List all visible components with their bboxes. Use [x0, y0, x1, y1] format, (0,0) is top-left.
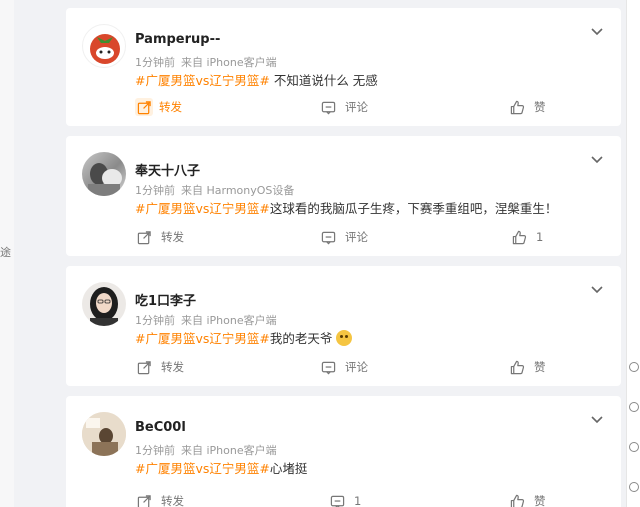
- repost-button[interactable]: 转发: [137, 228, 184, 246]
- post-text: 我的老天爷: [269, 331, 333, 346]
- chevron-down-icon[interactable]: [590, 280, 604, 294]
- favorite-icon[interactable]: [629, 402, 639, 412]
- post-content: #广厦男篮vs辽宁男篮#我的老天爷: [135, 328, 353, 347]
- action-bar: 转发 评论 赞: [66, 348, 621, 386]
- avatar[interactable]: [82, 152, 126, 196]
- post-meta: 1分钟前 来自 iPhone客户端: [135, 442, 277, 458]
- chevron-down-icon[interactable]: [590, 150, 604, 164]
- profile-icon[interactable]: [629, 482, 639, 492]
- comment-icon: [321, 101, 336, 114]
- author-name[interactable]: BeC00l: [135, 420, 186, 435]
- comment-count: 1: [354, 494, 362, 507]
- post-source: 来自 iPhone客户端: [181, 314, 277, 327]
- action-bar: 转发 评论 1: [66, 218, 621, 256]
- author-name[interactable]: 奉天十八子: [135, 160, 200, 179]
- repost-button[interactable]: 转发: [135, 98, 182, 116]
- shocked-emoji-icon: [336, 330, 353, 346]
- like-button[interactable]: 1: [512, 228, 543, 246]
- like-button[interactable]: 赞: [510, 492, 546, 507]
- like-label: 赞: [534, 100, 546, 114]
- like-button[interactable]: 赞: [510, 98, 546, 116]
- repost-label: 转发: [161, 494, 184, 507]
- post-time[interactable]: 1分钟前: [135, 314, 175, 327]
- action-bar: 转发 1 赞: [66, 482, 621, 507]
- like-label: 赞: [534, 494, 546, 507]
- post-time[interactable]: 1分钟前: [135, 184, 175, 197]
- topic-tag[interactable]: #广厦男篮vs辽宁男篮#: [135, 73, 270, 88]
- like-count: 1: [536, 230, 544, 244]
- left-sidebar-edge: 途: [0, 0, 14, 507]
- topic-tag[interactable]: #广厦男篮vs辽宁男篮#: [135, 461, 270, 476]
- action-bar: 转发 评论 赞: [66, 88, 621, 126]
- post-text: 不知道说什么 无感: [269, 73, 378, 88]
- thumbs-up-icon: [510, 100, 525, 114]
- repost-label: 转发: [161, 360, 184, 374]
- post-meta: 1分钟前 来自 HarmonyOS设备: [135, 182, 294, 198]
- author-name[interactable]: 吃1口李子: [135, 290, 196, 309]
- comment-icon: [321, 361, 336, 374]
- post-source: 来自 HarmonyOS设备: [181, 184, 295, 197]
- thumbs-up-icon: [510, 360, 525, 374]
- feed-card: BeC00l 1分钟前 来自 iPhone客户端 #广厦男篮vs辽宁男篮#心堵挺 …: [66, 396, 621, 507]
- post-time[interactable]: 1分钟前: [135, 56, 175, 69]
- thumbs-up-icon: [512, 230, 527, 244]
- topic-tag[interactable]: #广厦男篮vs辽宁男篮#: [135, 331, 270, 346]
- comment-icon: [321, 231, 336, 244]
- post-source: 来自 iPhone客户端: [181, 56, 277, 69]
- post-text: 这球看的我脑瓜子生疼，下赛季重组吧，涅槃重生！: [269, 201, 558, 216]
- feed-card: 奉天十八子 1分钟前 来自 HarmonyOS设备 #广厦男篮vs辽宁男篮#这球看…: [66, 136, 621, 256]
- comment-button[interactable]: 评论: [321, 98, 368, 116]
- avatar[interactable]: [82, 24, 126, 68]
- post-meta: 1分钟前 来自 iPhone客户端: [135, 312, 277, 328]
- user-photo-icon: [90, 287, 118, 326]
- repost-icon: [135, 98, 153, 116]
- right-sidebar-edge: [626, 0, 640, 507]
- like-label: 赞: [534, 360, 546, 374]
- post-content: #广厦男篮vs辽宁男篮# 不知道说什么 无感: [135, 70, 378, 89]
- user-photo-icon: [82, 412, 126, 456]
- thumbs-up-icon: [510, 494, 525, 507]
- chevron-down-icon[interactable]: [590, 410, 604, 424]
- post-content: #广厦男篮vs辽宁男篮#心堵挺: [135, 458, 307, 477]
- post-source: 来自 iPhone客户端: [181, 444, 277, 457]
- topic-tag[interactable]: #广厦男篮vs辽宁男篮#: [135, 201, 270, 216]
- post-content: #广厦男篮vs辽宁男篮#这球看的我脑瓜子生疼，下赛季重组吧，涅槃重生！: [135, 198, 557, 217]
- avatar[interactable]: [82, 412, 126, 456]
- comment-icon: [330, 495, 345, 507]
- avatar[interactable]: [82, 282, 126, 326]
- user-photo-icon: [88, 163, 122, 196]
- tomato-avatar-icon: [90, 34, 120, 64]
- feed-card: 吃1口李子 1分钟前 来自 iPhone客户端 #广厦男篮vs辽宁男篮#我的老天爷…: [66, 266, 621, 386]
- chevron-down-icon[interactable]: [590, 22, 604, 36]
- comment-button[interactable]: 评论: [321, 228, 368, 246]
- comment-label: 评论: [345, 100, 368, 114]
- like-button[interactable]: 赞: [510, 358, 546, 376]
- info-icon[interactable]: [629, 442, 639, 452]
- repost-icon: [137, 494, 151, 507]
- repost-icon: [137, 230, 151, 244]
- feed-card: Pamperup-- 1分钟前 来自 iPhone客户端 #广厦男篮vs辽宁男篮#…: [66, 8, 621, 126]
- refresh-icon[interactable]: [629, 362, 639, 372]
- repost-button[interactable]: 转发: [137, 358, 184, 376]
- repost-button[interactable]: 转发: [137, 492, 184, 507]
- post-text: 心堵挺: [269, 461, 308, 476]
- comment-button[interactable]: 评论: [321, 358, 368, 376]
- comment-label: 评论: [345, 230, 368, 244]
- left-sidebar-glyph: 途: [0, 246, 11, 259]
- author-name[interactable]: Pamperup--: [135, 32, 220, 47]
- post-meta: 1分钟前 来自 iPhone客户端: [135, 54, 277, 70]
- repost-label: 转发: [159, 100, 182, 114]
- repost-icon: [137, 360, 151, 374]
- comment-label: 评论: [345, 360, 368, 374]
- repost-label: 转发: [161, 230, 184, 244]
- comment-button[interactable]: 1: [330, 492, 361, 507]
- post-time[interactable]: 1分钟前: [135, 444, 175, 457]
